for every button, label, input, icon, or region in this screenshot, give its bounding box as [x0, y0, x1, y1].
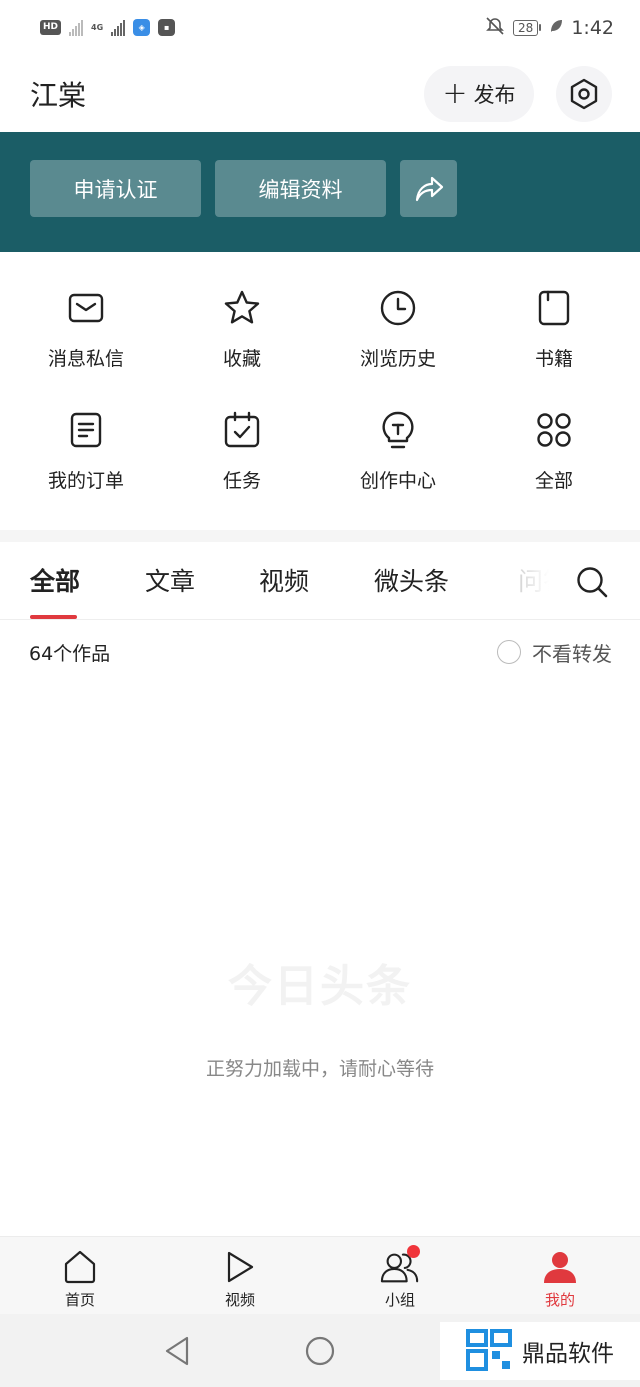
nav-label: 我的: [544, 1291, 575, 1309]
filter-row: 64个作品 不看转发: [0, 621, 640, 683]
grid-item-all[interactable]: 全部: [476, 400, 632, 522]
share-button[interactable]: [400, 160, 457, 217]
back-triangle-icon: [165, 1336, 189, 1366]
settings-button[interactable]: [556, 65, 612, 122]
nav-label: 首页: [64, 1291, 95, 1309]
grid-item-tasks[interactable]: 任务: [164, 400, 320, 522]
tabs-fade: [500, 542, 570, 619]
nav-groups[interactable]: 小组: [320, 1237, 480, 1314]
content-tabs: 全部 文章 视频 微头条 问答: [0, 542, 640, 620]
settings-hexagon-icon: [570, 78, 598, 109]
clock-time: 1:42: [571, 16, 614, 39]
grid-item-label: 任务: [222, 470, 261, 492]
publish-button[interactable]: + 发布: [424, 65, 534, 122]
lightbulb-icon: [378, 410, 418, 450]
profile-banner: 申请认证 编辑资料: [0, 132, 640, 252]
grid-item-label: 书籍: [534, 348, 573, 370]
watermark-text: 鼎品软件: [522, 1341, 614, 1367]
calendar-check-icon: [222, 410, 262, 450]
grid-item-books[interactable]: 书籍: [476, 278, 632, 400]
edit-profile-button[interactable]: 编辑资料: [215, 160, 386, 217]
order-icon: [66, 410, 106, 450]
publish-label: 发布: [473, 82, 516, 107]
home-circle-icon: [305, 1336, 335, 1366]
plus-icon: +: [442, 75, 468, 111]
shield-app-icon: ◈: [133, 19, 151, 36]
loading-logo: 今日头条: [228, 961, 412, 1012]
grid-item-orders[interactable]: 我的订单: [8, 400, 164, 522]
grid-item-messages[interactable]: 消息私信: [8, 278, 164, 400]
search-icon: [577, 567, 608, 598]
system-home-button[interactable]: [304, 1334, 336, 1372]
mail-icon: [66, 288, 106, 328]
huawei-app-icon: ▪: [158, 19, 176, 36]
battery-icon: 28: [513, 19, 542, 36]
grid-icon: [534, 410, 574, 450]
grid-item-label: 收藏: [222, 348, 261, 370]
status-bar: HD 4G ◈ ▪ 28 1:42: [0, 0, 640, 55]
status-left: HD 4G ◈ ▪: [40, 19, 176, 36]
status-right: 28 1:42: [485, 16, 614, 40]
loading-message: 正努力加载中，请耐心等待: [205, 1058, 434, 1080]
apply-verification-button[interactable]: 申请认证: [30, 160, 201, 217]
home-icon: [60, 1247, 100, 1287]
header-actions: + 发布: [424, 65, 612, 122]
hide-repost-toggle[interactable]: 不看转发: [497, 638, 612, 667]
signal-sim1-icon: [69, 19, 84, 36]
hd-badge: HD: [40, 20, 62, 35]
feature-grid: 消息私信 收藏 浏览历史 书籍 我的订单 任务 创作中心 全部: [0, 252, 640, 530]
hide-repost-radio[interactable]: [497, 640, 521, 664]
signal-sim2-icon: [111, 19, 126, 36]
grid-item-creator-center[interactable]: 创作中心: [320, 400, 476, 522]
user-icon: [540, 1247, 580, 1287]
grid-item-favorites[interactable]: 收藏: [164, 278, 320, 400]
search-button[interactable]: [574, 564, 610, 600]
tab-videos[interactable]: 视频: [259, 562, 309, 598]
tab-articles[interactable]: 文章: [145, 562, 195, 598]
tab-all[interactable]: 全部: [30, 562, 80, 598]
bottom-nav: 首页 视频 小组 我的: [0, 1236, 640, 1314]
active-tab-indicator: [30, 615, 77, 619]
nav-me[interactable]: 我的: [480, 1237, 640, 1314]
grid-item-label: 创作中心: [359, 470, 436, 492]
clock-icon: [378, 288, 418, 328]
network-type-label: 4G: [91, 22, 104, 32]
nav-label: 视频: [224, 1291, 255, 1309]
watermark-logo-icon: [466, 1329, 512, 1371]
grid-item-label: 全部: [534, 470, 573, 492]
grid-item-label: 消息私信: [47, 348, 124, 370]
play-icon: [220, 1247, 260, 1287]
hide-repost-label: 不看转发: [532, 641, 612, 666]
leaf-icon: [549, 18, 563, 38]
tab-micro-posts[interactable]: 微头条: [374, 562, 449, 598]
star-icon: [222, 288, 262, 328]
share-icon: [415, 176, 443, 201]
username: 江棠: [30, 78, 87, 112]
nav-video[interactable]: 视频: [160, 1237, 320, 1314]
grid-item-label: 我的订单: [47, 470, 124, 492]
book-icon: [534, 288, 574, 328]
group-icon: [380, 1245, 420, 1287]
watermark: 鼎品软件: [440, 1322, 640, 1380]
notification-badge: [407, 1245, 420, 1258]
grid-item-history[interactable]: 浏览历史: [320, 278, 476, 400]
section-divider: [0, 530, 640, 542]
mute-icon: [485, 16, 505, 40]
battery-level: 28: [513, 19, 539, 36]
nav-label: 小组: [384, 1291, 415, 1309]
grid-item-label: 浏览历史: [359, 348, 436, 370]
works-count: 64个作品: [29, 642, 111, 665]
system-back-button[interactable]: [162, 1334, 192, 1372]
profile-header: 江棠 + 发布: [0, 55, 640, 132]
nav-home[interactable]: 首页: [0, 1237, 160, 1314]
